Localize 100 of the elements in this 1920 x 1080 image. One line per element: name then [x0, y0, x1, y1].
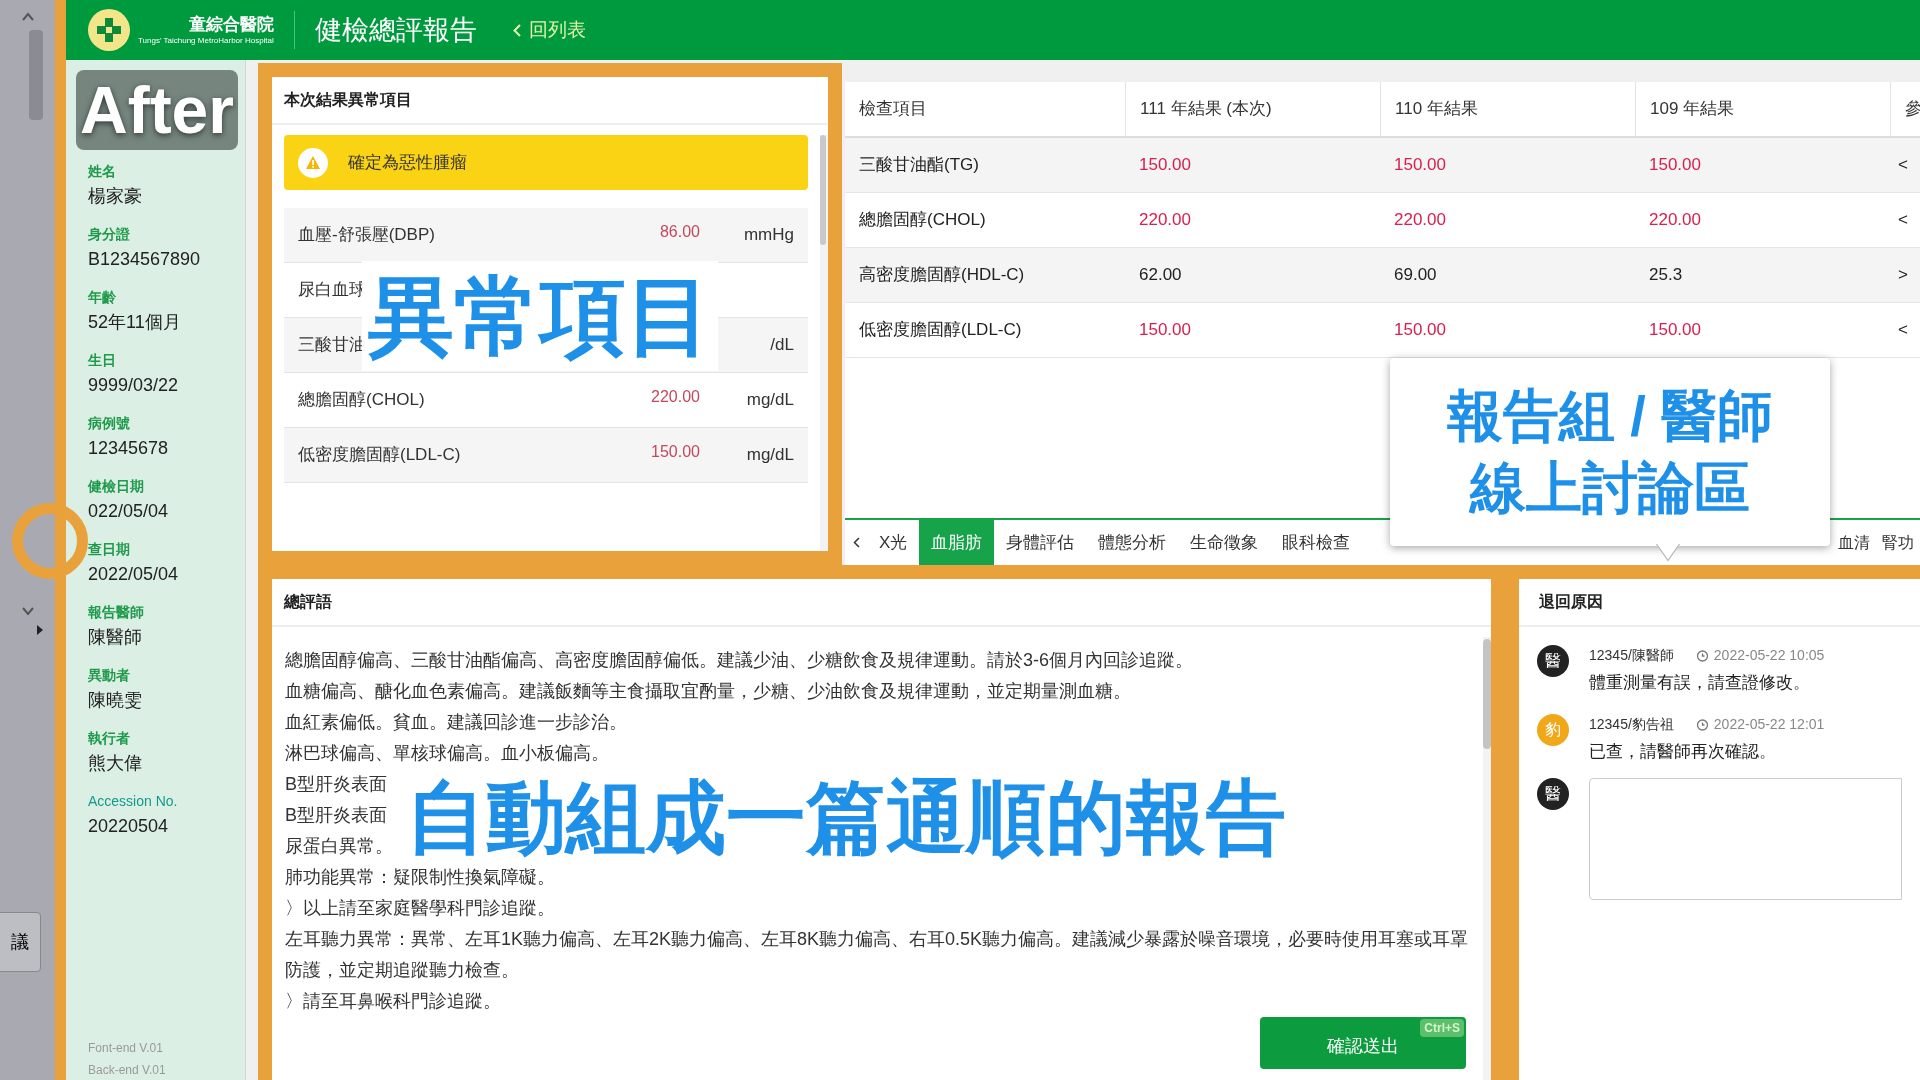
table-cell-text: <	[1898, 319, 1908, 342]
table-cell-text: <	[1898, 154, 1908, 177]
field-value: 12345678	[88, 437, 169, 460]
alert-text: 確定為惡性腫瘤	[348, 151, 467, 174]
table-cell-text: 150.00	[1649, 154, 1701, 177]
tab[interactable]: 身體評估	[994, 520, 1087, 565]
table-cell-text: 低密度膽固醇(LDL-C)	[859, 319, 1022, 342]
annotation-text: After	[76, 70, 238, 150]
report-line: 左耳聽力異常：異常、左耳1K聽力偏高、左耳2K聽力偏高、左耳8K聽力偏高、右耳0.5K聽力偏高。建議減少暴露於噪音環境，必要時使用耳塞或耳罩防護，並定期追蹤聽力檢查。	[285, 928, 1470, 982]
annotation-text: 報告組 / 醫師	[1446, 383, 1774, 449]
scroll-down-icon[interactable]	[21, 606, 34, 616]
field-value: B1234567890	[88, 248, 201, 271]
tab[interactable]: 生命徵象	[1178, 520, 1271, 565]
comment-time: 2022-05-22 12:01	[1713, 714, 1825, 734]
field-value: 20220504	[88, 815, 169, 838]
table-cell-text: 220.00	[1394, 209, 1446, 232]
field-label: Accession No.	[88, 792, 178, 811]
field-value: 陳曉雯	[88, 689, 142, 712]
field-value: 52年11個月	[88, 311, 181, 334]
item-name: 血壓-舒張壓(DBP)	[298, 224, 436, 247]
report-line: B型肝炎表面	[285, 773, 387, 796]
field-label: 姓名	[88, 162, 116, 181]
report-line: 總膽固醇偏高、三酸甘油酯偏高、高密度膽固醇偏低。建議少油、少糖飲食及規律運動。請於3-6個月內回診追蹤。	[285, 649, 1193, 672]
scrollbar-thumb[interactable]	[1483, 639, 1491, 749]
column-header: 111 年結果 (本次)	[1140, 98, 1272, 121]
reply-input[interactable]	[1589, 778, 1902, 900]
comment-time: 2022-05-22 10:05	[1713, 646, 1825, 665]
warning-icon	[298, 147, 328, 178]
comment-text: 體重測量有誤，請查證修改。	[1589, 672, 1810, 694]
tab[interactable]: X光	[867, 520, 920, 565]
report-line: 淋巴球偏高、單核球偏高。血小板偏高。	[285, 742, 609, 765]
report-line: 肺功能異常：疑限制性換氣障礙。	[285, 866, 555, 889]
item-name: 總膽固醇(CHOL)	[298, 389, 426, 412]
table-cell-text: 總膽固醇(CHOL)	[859, 209, 986, 232]
table-cell-text: 25.3	[1649, 264, 1683, 287]
version-text: Font-end V.01	[88, 1040, 163, 1057]
annotation-text: 線上討論區	[1470, 455, 1750, 521]
field-value: 9999/03/22	[88, 374, 179, 397]
version-text: Back-end V.01	[88, 1062, 166, 1079]
scrollbar-thumb[interactable]	[28, 30, 43, 120]
field-label: 身分證	[88, 225, 130, 244]
table-cell-text: 150.00	[1139, 154, 1191, 177]
report-line: B型肝炎表面	[285, 804, 387, 827]
report-line: 〉請至耳鼻喉科門診追蹤。	[285, 990, 501, 1013]
table-cell-text: 69.00	[1394, 264, 1437, 287]
field-label: 報告醫師	[88, 603, 144, 622]
scrollbar-thumb[interactable]	[820, 135, 826, 245]
clock-icon	[1695, 717, 1709, 731]
report-line: 尿蛋白異常。	[285, 835, 393, 858]
column-header: 110 年結果	[1395, 98, 1478, 121]
column-header: 檢查項目	[859, 98, 927, 121]
report-line: 〉以上請至家庭醫學科門診追蹤。	[285, 897, 555, 920]
table-cell-text: 220.00	[1649, 209, 1701, 232]
report-line: 血糖偏高、醣化血色素偏高。建議飯麵等主食攝取宜酌量，少糖、少油飲食及規律運動，並定期量測血糖。	[285, 680, 1131, 703]
item-unit: mg/dL	[746, 389, 794, 412]
table-cell-text: 150.00	[1394, 319, 1446, 342]
item-name: 低密度膽固醇(LDL-C)	[298, 444, 462, 467]
report-line: 血紅素偏低。貧血。建議回診進一步診治。	[285, 711, 627, 734]
field-label: 執行者	[88, 729, 130, 748]
panel-title: 退回原因	[1519, 579, 1920, 627]
panel-title: 總評語	[272, 579, 1491, 627]
annotation-text: 異常項目	[362, 261, 718, 371]
panel-title: 本次結果異常項目	[272, 77, 828, 125]
tab[interactable]: 血清	[1832, 520, 1876, 565]
table-cell-text: >	[1898, 264, 1908, 287]
table-cell-text: 高密度膽固醇(HDL-C)	[859, 264, 1025, 287]
table-cell-text: 150.00	[1394, 154, 1446, 177]
table-cell-text: 150.00	[1139, 319, 1191, 342]
submit-button[interactable]: 確認送出 Ctrl+S	[1260, 1017, 1466, 1069]
tab[interactable]: 眼科檢查	[1270, 520, 1363, 565]
avatar: 醫	[1537, 645, 1569, 677]
logo-icon	[88, 9, 130, 51]
table-cell-text: 三酸甘油酯(TG)	[859, 154, 979, 177]
item-unit: /dL	[770, 334, 794, 357]
column-header: 109 年結果	[1650, 98, 1735, 121]
item-value: 220.00	[651, 387, 700, 407]
field-label: 健檢日期	[88, 477, 144, 496]
field-value: 2022/05/04	[88, 563, 179, 586]
comment-author: 12345/豹告祖	[1589, 714, 1674, 734]
side-button[interactable]: 議	[0, 912, 41, 972]
field-label: 年齡	[88, 288, 116, 307]
tab[interactable]: 體態分析	[1086, 520, 1179, 565]
field-label: 生日	[88, 351, 116, 370]
field-value: 陳醫師	[88, 626, 142, 649]
table-cell-text: 62.00	[1139, 264, 1182, 287]
item-value: 86.00	[659, 222, 700, 242]
field-value: 022/05/04	[88, 500, 169, 523]
field-value: 楊家豪	[88, 185, 142, 208]
item-value: 150.00	[651, 442, 700, 462]
field-label: 病例號	[88, 414, 130, 433]
field-value: 熊大偉	[88, 752, 142, 775]
scroll-up-icon[interactable]	[21, 12, 34, 22]
hospital-name-english: Tungs' Taichung MetroHarbor Hospital	[138, 36, 274, 45]
comment-author: 12345/陳醫師	[1589, 646, 1674, 665]
shortcut-badge: Ctrl+S	[1420, 1019, 1464, 1037]
tab[interactable]: 腎功	[1876, 520, 1920, 565]
avatar: 豹	[1537, 713, 1569, 746]
page-title: 健檢總評報告	[314, 13, 477, 47]
field-label: 異動者	[88, 666, 130, 685]
scroll-right-icon[interactable]	[35, 624, 44, 636]
